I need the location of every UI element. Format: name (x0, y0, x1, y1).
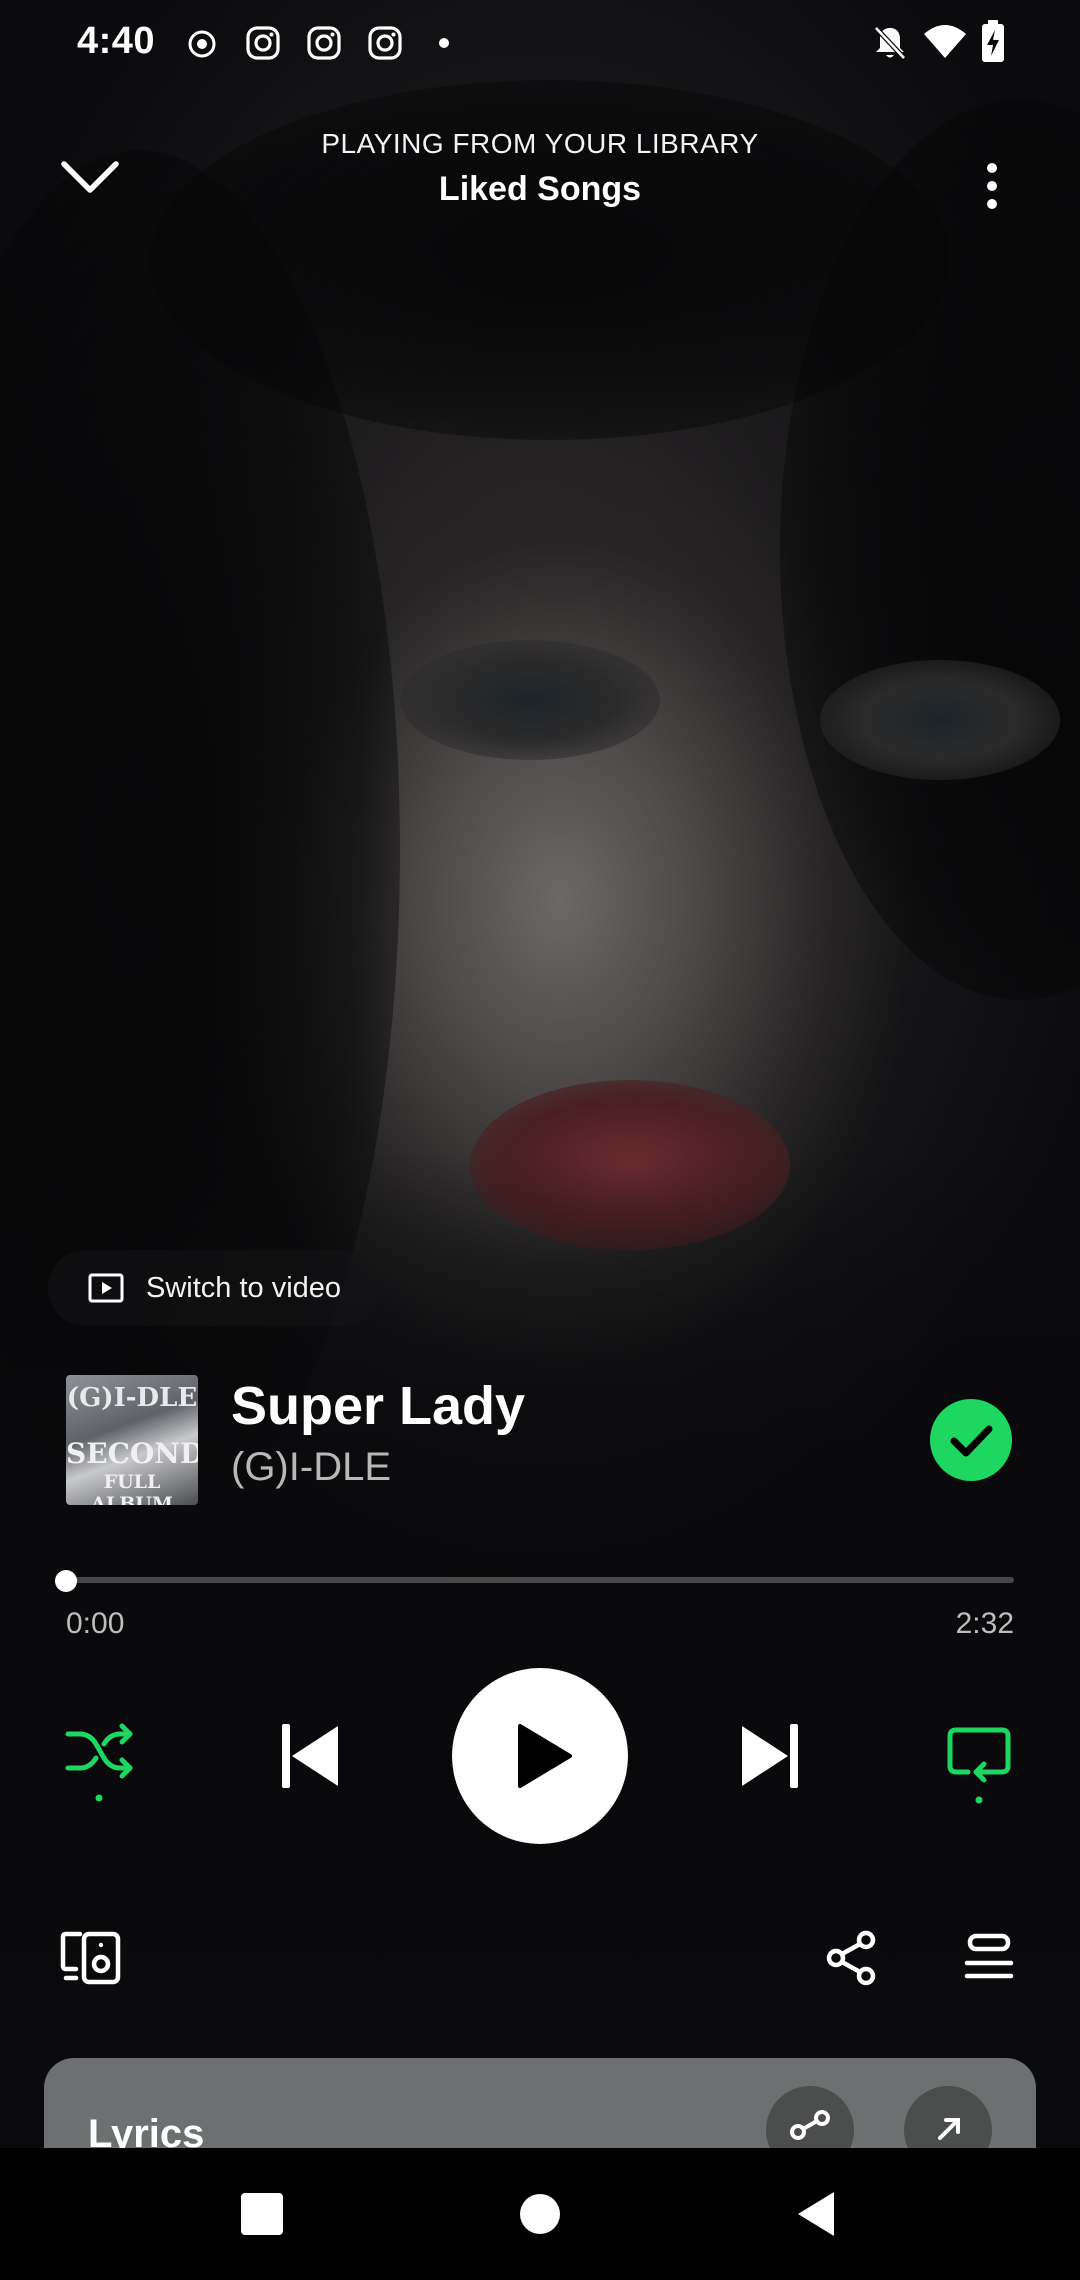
check-icon (950, 1425, 993, 1457)
instagram-icon (246, 26, 280, 60)
liked-button[interactable] (930, 1399, 1012, 1481)
status-time: 4:40 (77, 20, 156, 62)
player-header: PLAYING FROM YOUR LIBRARY Liked Songs (0, 120, 1080, 230)
battery-charging-icon (982, 20, 1004, 62)
repeat-button[interactable] (944, 1722, 1016, 1806)
artist-name[interactable]: (G)I-DLE (231, 1445, 391, 1490)
elapsed-time: 0:00 (66, 1607, 125, 1640)
shuffle-icon (65, 1723, 133, 1779)
home-icon[interactable] (518, 2192, 562, 2236)
repeat-active-dot (975, 1796, 983, 1804)
playlist-title[interactable]: Liked Songs (0, 170, 1080, 209)
album-cover[interactable]: (G)I-DLE SECOND FULL ALBUM (66, 1375, 198, 1505)
share-icon (826, 1930, 876, 1986)
progress-track (66, 1577, 1014, 1583)
notifications-off-icon (874, 26, 906, 60)
switch-to-video-label: Switch to video (146, 1271, 342, 1304)
more-options-button[interactable] (960, 140, 1020, 220)
total-duration: 2:32 (955, 1607, 1014, 1640)
share-button[interactable] (824, 1930, 880, 1986)
previous-button[interactable] (276, 1720, 346, 1792)
wifi-icon (924, 25, 966, 58)
instagram-icon (307, 26, 341, 60)
repeat-icon (947, 1727, 1011, 1783)
next-button[interactable] (734, 1720, 804, 1792)
video-icon (88, 1273, 124, 1303)
recents-icon[interactable] (240, 2192, 284, 2236)
dot-icon (439, 38, 449, 48)
shuffle-active-dot (95, 1794, 103, 1802)
progress-bar[interactable] (55, 1570, 1014, 1592)
skip-next-icon (742, 1724, 798, 1788)
cover-artist-text: (G)I-DLE (66, 1383, 198, 1413)
cover-full-album-text: FULL ALBUM (91, 1471, 173, 1505)
instagram-icon (368, 26, 402, 60)
track-info: (G)I-DLE SECOND FULL ALBUM Super Lady (G… (66, 1375, 1016, 1505)
cover-second-text: SECOND (66, 1437, 198, 1470)
playing-from-label: PLAYING FROM YOUR LIBRARY (321, 128, 759, 159)
play-icon (518, 1724, 572, 1788)
skip-previous-icon (282, 1724, 338, 1788)
progress-knob[interactable] (55, 1570, 77, 1592)
status-bar: 4:40 (0, 0, 1080, 84)
connect-device-button[interactable] (60, 1930, 122, 1986)
connect-device-icon (60, 1931, 121, 1985)
song-title[interactable]: Super Lady (231, 1375, 525, 1437)
shuffle-button[interactable] (62, 1720, 138, 1804)
system-navigation-bar (0, 2148, 1080, 2280)
play-button[interactable] (452, 1668, 628, 1844)
more-vertical-icon (987, 163, 997, 209)
record-icon (188, 30, 216, 58)
switch-to-video-button[interactable]: Switch to video (48, 1250, 382, 1326)
queue-icon (964, 1933, 1014, 1979)
queue-button[interactable] (964, 1932, 1014, 1982)
back-icon[interactable] (794, 2190, 838, 2238)
